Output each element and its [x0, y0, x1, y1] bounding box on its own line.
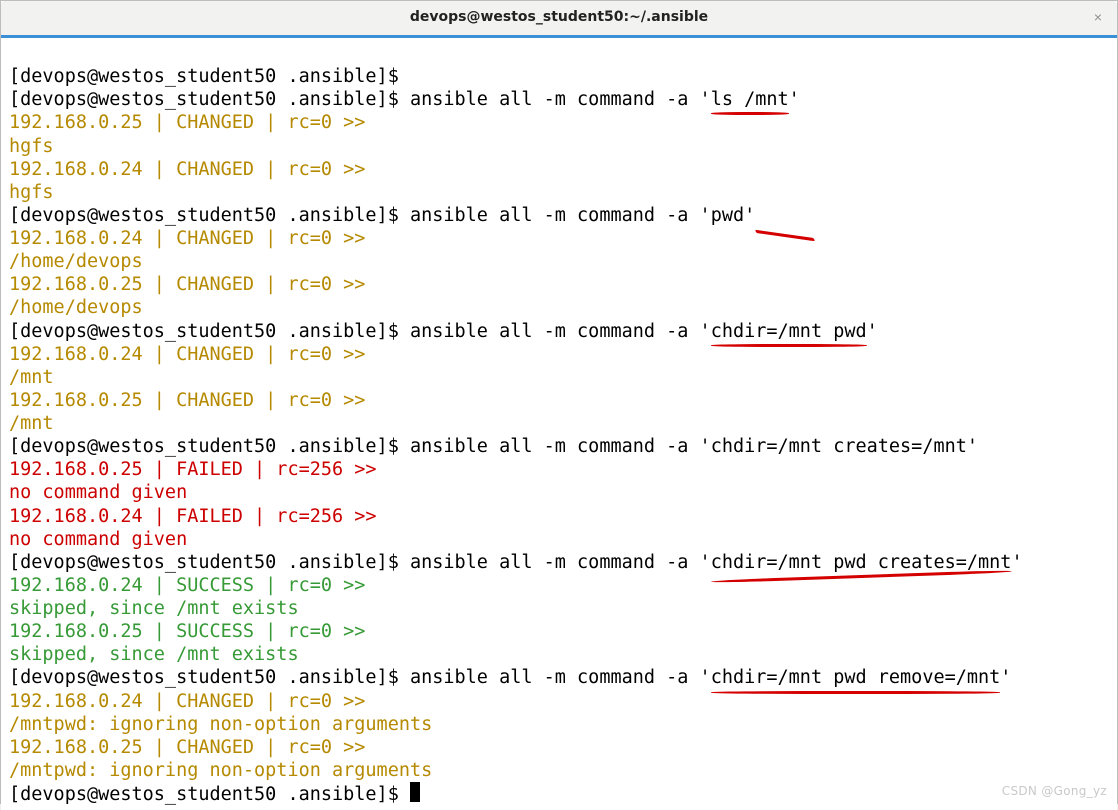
prompt: [devops@westos_student50 .ansible]$ [9, 436, 410, 457]
highlighted-arg: chdir=/mnt pwd [711, 320, 867, 343]
output-line: /home/devops [9, 251, 143, 272]
prompt: [devops@westos_student50 .ansible]$ [9, 89, 410, 110]
prompt: [devops@westos_student50 .ansible]$ [9, 66, 410, 87]
command-line: ansible all -m command -a 'chdir=/mnt cr… [410, 436, 978, 457]
output-line: hgfs [9, 182, 54, 203]
terminal-output[interactable]: [devops@westos_student50 .ansible]$ [dev… [1, 38, 1117, 810]
output-line: 192.168.0.25 | CHANGED | rc=0 >> [9, 390, 365, 411]
output-line: /mntpwd: ignoring non-option arguments [9, 714, 432, 735]
command-line: ansible all -m command -a 'chdir=/mnt pw… [410, 667, 1011, 688]
output-line: 192.168.0.24 | FAILED | rc=256 >> [9, 506, 377, 527]
prompt: [devops@westos_student50 .ansible]$ [9, 552, 410, 573]
output-line: 192.168.0.25 | SUCCESS | rc=0 >> [9, 621, 365, 642]
output-line: /mntpwd: ignoring non-option arguments [9, 760, 432, 781]
highlighted-arg: ls /mnt [711, 88, 789, 111]
highlighted-arg: chdir=/mnt pwd remove=/mnt [711, 666, 1001, 689]
prompt: [devops@westos_student50 .ansible]$ [9, 321, 410, 342]
output-line: 192.168.0.24 | SUCCESS | rc=0 >> [9, 575, 365, 596]
prompt: [devops@westos_student50 .ansible]$ [9, 667, 410, 688]
terminal-window: devops@westos_student50:~/.ansible × [de… [0, 0, 1118, 804]
output-line: 192.168.0.25 | CHANGED | rc=0 >> [9, 112, 365, 133]
output-line: /mnt [9, 413, 54, 434]
output-line: 192.168.0.24 | CHANGED | rc=0 >> [9, 691, 365, 712]
command-line: ansible all -m command -a 'chdir=/mnt pw… [410, 321, 878, 342]
highlighted-arg [755, 204, 766, 227]
output-line: skipped, since /mnt exists [9, 598, 299, 619]
output-line: 192.168.0.24 | CHANGED | rc=0 >> [9, 344, 365, 365]
close-icon: × [1094, 9, 1102, 27]
titlebar: devops@westos_student50:~/.ansible × [1, 1, 1117, 38]
cursor [410, 782, 420, 802]
highlighted-arg: chdir=/mnt pwd creates=/mnt [711, 551, 1012, 574]
output-line: /home/devops [9, 297, 143, 318]
command-line: ansible all -m command -a 'pwd' [410, 205, 766, 226]
close-button[interactable]: × [1087, 7, 1109, 29]
output-line: 192.168.0.25 | FAILED | rc=256 >> [9, 459, 377, 480]
output-line: 192.168.0.24 | CHANGED | rc=0 >> [9, 159, 365, 180]
output-line: hgfs [9, 136, 54, 157]
output-line: 192.168.0.24 | CHANGED | rc=0 >> [9, 228, 365, 249]
output-line: no command given [9, 529, 187, 550]
watermark: CSDN @Gong_yz [1002, 784, 1107, 799]
prompt: [devops@westos_student50 .ansible]$ [9, 205, 410, 226]
command-line: ansible all -m command -a 'chdir=/mnt pw… [410, 552, 1023, 573]
output-line: /mnt [9, 367, 54, 388]
window-title: devops@westos_student50:~/.ansible [410, 9, 708, 27]
output-line: no command given [9, 482, 187, 503]
output-line: 192.168.0.25 | CHANGED | rc=0 >> [9, 737, 365, 758]
prompt: [devops@westos_student50 .ansible]$ [9, 784, 410, 805]
output-line: skipped, since /mnt exists [9, 644, 299, 665]
output-line: 192.168.0.25 | CHANGED | rc=0 >> [9, 274, 365, 295]
command-line: ansible all -m command -a 'ls /mnt' [410, 89, 800, 110]
